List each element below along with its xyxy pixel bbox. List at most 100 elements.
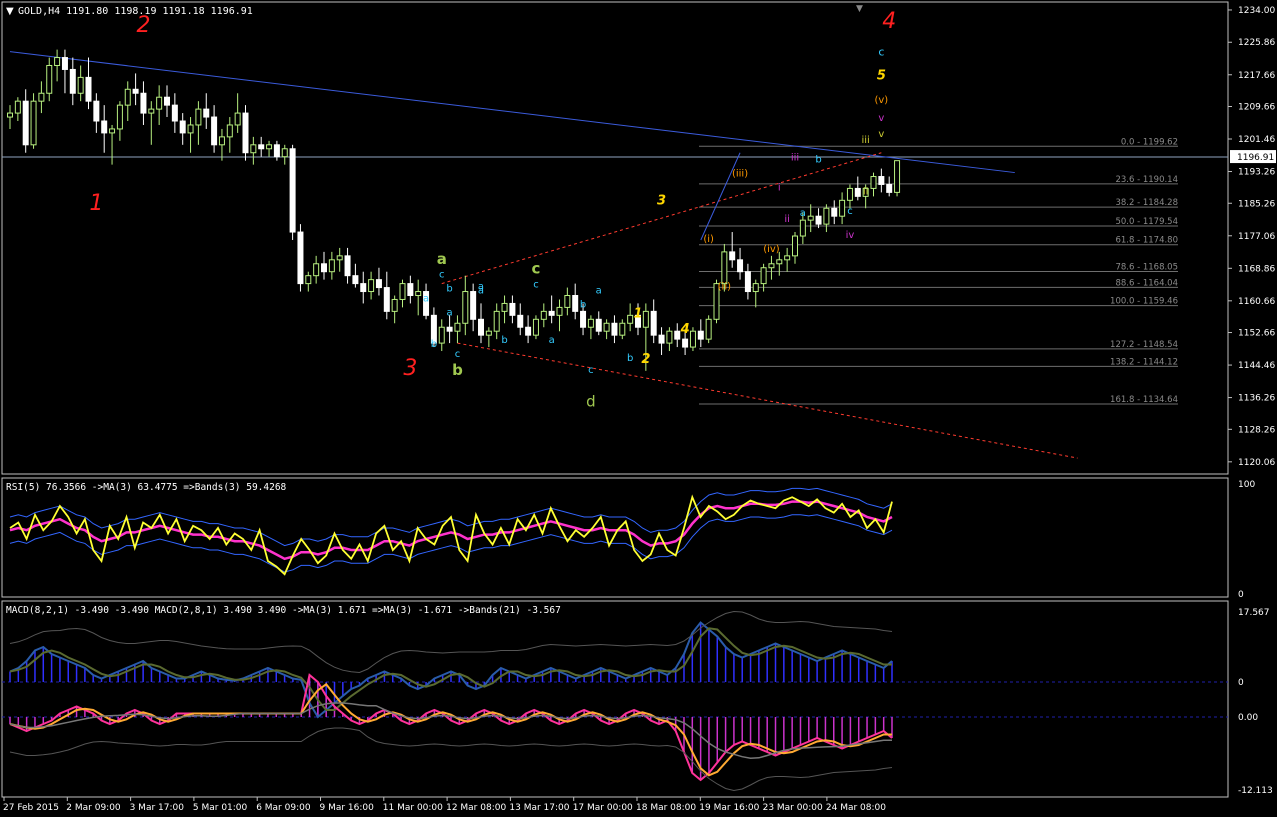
wave-label: b — [580, 299, 586, 310]
candle-body — [784, 255, 791, 261]
candle-body — [493, 310, 500, 332]
wave-label: 3 — [403, 356, 417, 381]
candle-body — [532, 318, 539, 336]
candle-body — [556, 306, 563, 316]
wave-label: v — [878, 113, 884, 124]
candle-body — [587, 318, 594, 328]
shift-marker-icon[interactable]: ▼ — [856, 4, 863, 14]
candle-body — [101, 120, 108, 134]
candle-body — [85, 76, 92, 102]
candle-body — [109, 128, 116, 134]
wave-label: (iv) — [763, 244, 780, 255]
wave-label: c — [878, 46, 884, 59]
rsi-level-label: 100 — [1238, 480, 1255, 490]
candle-body — [517, 314, 524, 328]
wave-label: b — [452, 361, 463, 379]
candle-body — [744, 271, 751, 293]
candle-body — [46, 64, 53, 94]
candle-body — [768, 263, 775, 269]
wave-label: a — [596, 286, 602, 297]
candle-body — [705, 318, 712, 340]
price-tick-label: 1185.26 — [1238, 199, 1275, 209]
candle-body — [273, 144, 280, 158]
wave-label: a — [423, 293, 429, 304]
candle-body — [344, 255, 351, 277]
fib-level-label: 50.0 - 1179.54 — [1115, 217, 1178, 227]
candle-body — [328, 259, 335, 273]
chart-background — [0, 0, 1277, 817]
price-chart[interactable]: 0.0 - 1199.62 23.6 - 1190.14 38.2 - 1184.2… — [0, 0, 1277, 817]
fib-level-label: 23.6 - 1190.14 — [1115, 175, 1178, 185]
candle-body — [375, 279, 382, 289]
candle-body — [689, 330, 696, 348]
candle-body — [54, 57, 61, 66]
candle-body — [187, 124, 194, 134]
candle-body — [313, 263, 320, 277]
time-tick-label: 19 Mar 16:00 — [699, 803, 759, 813]
chart-menu-triangle[interactable]: ▼ — [6, 6, 14, 17]
candle-body — [297, 231, 304, 285]
rsi-header: RSI(5) 76.3566 ->MA(3) 63.4775 =>Bands(3… — [6, 482, 287, 493]
candle-body — [61, 57, 68, 70]
wave-label: c — [847, 206, 853, 217]
candle-body — [266, 144, 273, 150]
price-tick-label: 1160.66 — [1238, 297, 1275, 307]
candle-body — [218, 136, 225, 146]
candle-body — [548, 310, 555, 316]
wave-label: d — [586, 393, 596, 411]
wave-label: a — [800, 208, 806, 219]
candle-body — [462, 291, 469, 324]
price-tick-label: 1128.26 — [1238, 425, 1275, 435]
wave-label: 2 — [641, 352, 650, 367]
price-tick-label: 1201.46 — [1238, 135, 1275, 145]
price-tick-label: 1168.86 — [1238, 264, 1275, 274]
fib-level-label: 127.2 - 1148.54 — [1110, 340, 1178, 350]
candle-body — [682, 338, 689, 348]
wave-label: (v) — [874, 95, 888, 106]
candle-body — [305, 275, 312, 285]
candle-body — [485, 330, 492, 336]
candle-body — [360, 283, 367, 293]
wave-label: ii — [863, 186, 869, 197]
candle-body — [595, 318, 602, 332]
wave-label: c — [533, 280, 539, 291]
wave-label: i — [778, 182, 781, 193]
candle-body — [603, 322, 610, 332]
wave-label: (iii) — [732, 169, 748, 180]
last-price-label: 1196.91 — [1237, 153, 1274, 163]
candle-body — [642, 310, 649, 328]
wave-label: 1 — [89, 191, 103, 216]
candle-body — [870, 176, 877, 189]
candle-body — [564, 295, 571, 308]
wave-label: b — [431, 339, 437, 350]
wave-label: c — [439, 270, 445, 281]
candle-body — [799, 219, 806, 237]
candle-body — [132, 88, 139, 94]
candle-body — [281, 148, 288, 158]
candle-body — [878, 176, 885, 185]
wave-label: 5 — [877, 68, 886, 83]
wave-label: ii — [784, 214, 790, 225]
candle-body — [399, 283, 406, 300]
wave-label: iii — [861, 135, 869, 146]
wave-label: a — [549, 335, 555, 346]
price-tick-label: 1120.06 — [1238, 458, 1275, 468]
candle-body — [321, 263, 327, 273]
candle-body — [752, 283, 759, 293]
macd-level-label: 17.567 — [1238, 608, 1270, 618]
candle-body — [446, 326, 453, 332]
wave-label: b — [627, 353, 633, 364]
candle-body — [116, 104, 123, 130]
fib-level-label: 38.2 - 1184.28 — [1115, 198, 1178, 208]
candle-body — [580, 310, 587, 328]
candle-body — [697, 330, 704, 340]
candle-body — [30, 100, 37, 146]
candle-body — [894, 160, 901, 193]
candle-body — [525, 326, 532, 336]
candle-body — [148, 108, 155, 114]
price-tick-label: 1177.06 — [1238, 232, 1275, 242]
wave-label: 1 — [633, 306, 642, 321]
candle-body — [509, 302, 516, 316]
time-tick-label: 17 Mar 00:00 — [573, 803, 633, 813]
wave-label: 4 — [680, 322, 690, 337]
